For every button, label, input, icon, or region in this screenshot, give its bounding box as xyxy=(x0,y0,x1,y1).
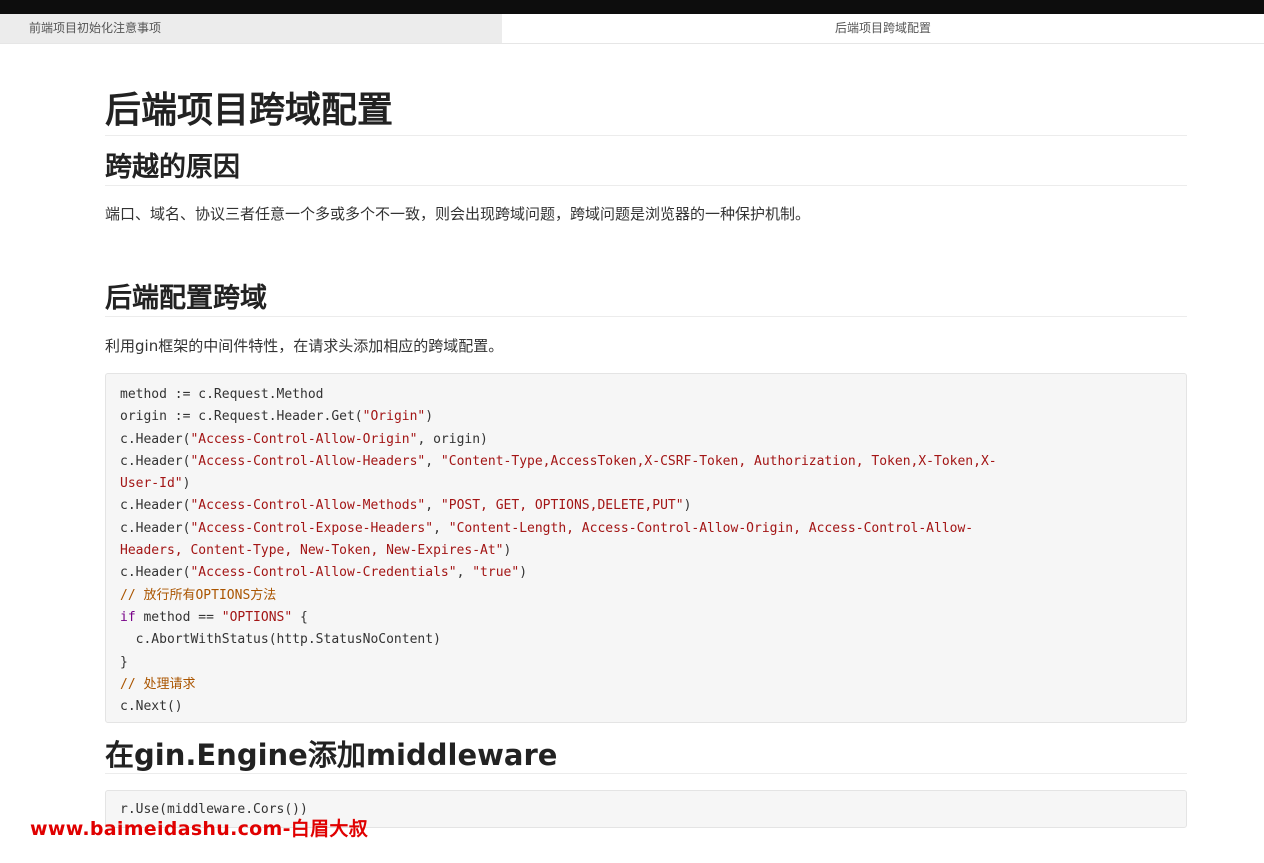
code-comment: // 放行所有OPTIONS方法 xyxy=(120,587,277,603)
code-line: c.Header("Access-Control-Allow-Methods",… xyxy=(120,498,692,514)
code-line: origin := c.Request.Header.Get("Origin") xyxy=(120,409,434,425)
code-line: c.Header("Access-Control-Allow-Origin", … xyxy=(120,431,488,447)
watermark-text: www.baimeidashu.com-白眉大叔 xyxy=(30,818,368,840)
code-line: User-Id") xyxy=(120,476,191,492)
code-line: if method == "OPTIONS" { xyxy=(120,609,308,625)
code-line: c.Next() xyxy=(120,699,183,715)
section-heading-backend-cors: 后端配置跨域 xyxy=(105,280,1187,317)
page-title: 后端项目跨域配置 xyxy=(105,87,1187,136)
section-paragraph-cors-reason: 端口、域名、协议三者任意一个多或多个不一致，则会出现跨域问题，跨域问题是浏览器的… xyxy=(105,205,811,223)
code-comment: // 处理请求 xyxy=(120,676,196,692)
code-line: c.Header("Access-Control-Allow-Credentia… xyxy=(120,565,528,581)
code-block-cors-middleware[interactable]: method := c.Request.Method origin := c.R… xyxy=(105,373,1187,723)
tab-frontend-init[interactable]: 前端项目初始化注意事项 xyxy=(0,14,502,43)
section-paragraph-backend-cors: 利用gin框架的中间件特性，在请求头添加相应的跨域配置。 xyxy=(105,337,504,355)
code-line: } xyxy=(120,654,128,670)
section-heading-cors-reason: 跨越的原因 xyxy=(105,149,1187,186)
code-line: c.AbortWithStatus(http.StatusNoContent) xyxy=(120,632,441,648)
code-line: c.Header("Access-Control-Allow-Headers",… xyxy=(120,453,997,469)
tab-bar: 前端项目初始化注意事项 后端项目跨域配置 xyxy=(0,14,1264,44)
tab-backend-cors[interactable]: 后端项目跨域配置 xyxy=(502,14,1264,43)
code-line: c.Header("Access-Control-Expose-Headers"… xyxy=(120,520,974,536)
code-line: Headers, Content-Type, New-Token, New-Ex… xyxy=(120,543,512,559)
section-heading-add-middleware: 在gin.Engine添加middleware xyxy=(105,735,1187,774)
window-top-bar xyxy=(0,0,1264,14)
code-line: method := c.Request.Method xyxy=(120,387,324,402)
